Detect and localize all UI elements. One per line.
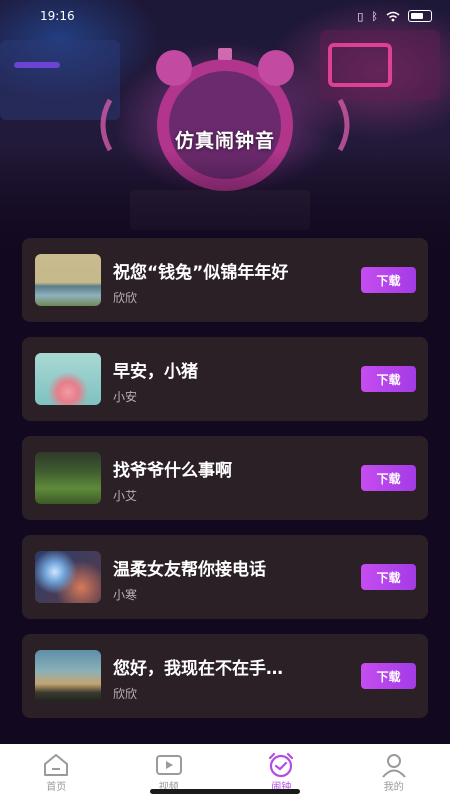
tab-label: 我的 [383,782,404,793]
item-title: 找爷爷什么事啊 [113,461,232,481]
tab-video[interactable]: 视频 [124,744,214,793]
list-item[interactable]: 找爷爷什么事啊 小艾 下载 [22,436,428,520]
download-button[interactable]: 下载 [361,366,416,392]
item-author: 小寒 [113,588,138,602]
bluetooth-icon: ᛒ [371,9,378,23]
item-title: 温柔女友帮你接电话 [113,560,266,580]
item-author: 欣欣 [113,687,138,701]
wifi-icon [386,11,400,21]
download-button[interactable]: 下载 [361,564,416,590]
status-icons: ▯ ᛒ [357,10,432,23]
status-time: 19:16 [40,9,75,23]
download-button[interactable]: 下载 [361,465,416,491]
tab-home[interactable]: 首页 [11,744,101,793]
home-indicator [150,789,300,794]
item-title: 早安，小猪 [113,362,198,382]
video-icon [155,755,182,775]
download-button[interactable]: 下载 [361,267,416,293]
item-author: 欣欣 [113,291,138,305]
tab-profile[interactable]: 我的 [349,744,439,793]
list-item[interactable]: 早安，小猪 小安 下载 [22,337,428,421]
list-item[interactable]: 温柔女友帮你接电话 小寒 下载 [22,535,428,619]
vibrate-icon: ▯ [357,9,364,23]
thumbnail-image [35,452,101,504]
thumbnail-image [35,353,101,405]
status-bar: 19:16 ▯ ᛒ [0,0,450,32]
thumbnail-image [35,551,101,603]
download-button[interactable]: 下载 [361,663,416,689]
thumbnail-image [35,254,101,306]
user-icon [381,754,406,778]
battery-icon [408,10,432,22]
thumbnail-image [35,650,101,702]
ringtone-list: 祝您“钱兔”似锦年年好 欣欣 下载 早安，小猪 小安 下载 找爷爷什么事啊 小艾… [22,238,428,733]
item-title: 祝您“钱兔”似锦年年好 [113,263,289,283]
list-item[interactable]: 祝您“钱兔”似锦年年好 欣欣 下载 [22,238,428,322]
list-item[interactable]: 您好，我现在不在手… 欣欣 下载 [22,634,428,718]
tab-alarm[interactable]: 闹钟 [236,744,326,793]
item-author: 小艾 [113,489,138,503]
home-icon [44,754,69,776]
item-title: 您好，我现在不在手… [113,659,283,679]
item-author: 小安 [113,390,138,404]
alarm-clock-icon [269,752,294,778]
tab-label: 首页 [46,782,67,793]
page-title: 仿真闹钟音 [174,130,275,152]
